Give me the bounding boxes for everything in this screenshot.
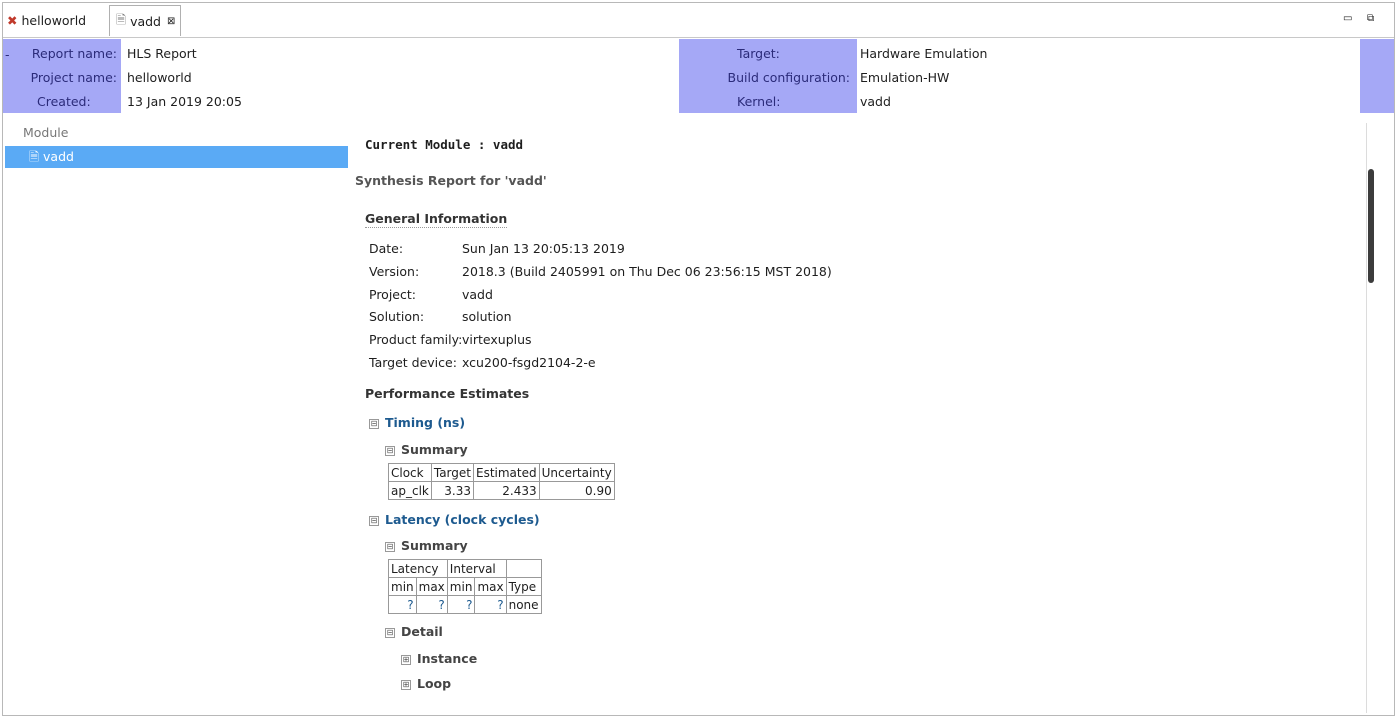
table-row: ? ? ? ? none xyxy=(388,595,542,614)
instance-node[interactable]: ⊞ Instance xyxy=(401,651,477,666)
table-header: max xyxy=(474,577,507,596)
info-value-solution: solution xyxy=(462,309,512,324)
table-header-row: Latency Interval xyxy=(388,559,542,578)
expand-icon[interactable]: ⊞ xyxy=(401,655,411,665)
general-info-heading: General Information xyxy=(365,211,508,228)
info-value-date: Sun Jan 13 20:05:13 2019 xyxy=(462,241,625,256)
editor-tab-bar: ✖ helloworld 🗎 vadd ⊠ ▭ ⧉ xyxy=(3,3,1394,38)
collapse-icon[interactable]: ⊟ xyxy=(385,542,395,552)
kernel-label: Kernel: xyxy=(737,94,781,109)
build-config-value: Emulation-HW xyxy=(860,70,950,85)
document-icon: 🗎 xyxy=(29,149,44,164)
info-key-version: Version: xyxy=(369,264,420,279)
created-value: 13 Jan 2019 20:05 xyxy=(127,94,242,109)
table-cell-link[interactable]: ? xyxy=(415,595,448,614)
collapse-icon[interactable]: - xyxy=(5,43,10,67)
collapse-icon[interactable]: ⊟ xyxy=(385,628,395,638)
loop-node[interactable]: ⊞ Loop xyxy=(401,676,451,691)
info-value-target-device: xcu200-fsgd2104-2-e xyxy=(462,355,596,370)
scrollbar-thumb[interactable] xyxy=(1368,169,1374,283)
collapse-icon[interactable]: ⊟ xyxy=(369,516,379,526)
timing-summary-table: Clock Target Estimated Uncertainty ap_cl… xyxy=(388,463,615,500)
report-name-value: HLS Report xyxy=(127,46,197,61)
header-edge-block xyxy=(1360,39,1394,113)
table-row: ap_clk 3.33 2.433 0.90 xyxy=(388,481,615,500)
close-icon[interactable]: ⊠ xyxy=(167,16,175,27)
project-name-label: Project name: xyxy=(30,70,117,85)
document-icon: 🗎 xyxy=(116,11,127,27)
info-value-product-family: virtexuplus xyxy=(462,332,532,347)
module-item-label: 🗎 vadd xyxy=(29,149,74,164)
tab-vadd[interactable]: 🗎 vadd ⊠ xyxy=(109,5,181,36)
tools-icon: ✖ xyxy=(7,12,18,28)
latency-detail-node[interactable]: ⊟ Detail xyxy=(385,624,443,639)
report-content: Current Module : vadd Synthesis Report f… xyxy=(355,123,1365,713)
module-item-vadd[interactable]: 🗎 vadd xyxy=(5,146,348,168)
minimize-icon[interactable]: ▭ xyxy=(1343,13,1352,24)
table-header: Clock xyxy=(388,463,432,482)
table-cell-link[interactable]: ? xyxy=(388,595,417,614)
table-cell: 2.433 xyxy=(472,481,540,500)
build-config-label: Build configuration: xyxy=(727,70,850,85)
table-header: Uncertainty xyxy=(538,463,615,482)
info-key-product-family: Product family: xyxy=(369,332,463,347)
info-key-date: Date: xyxy=(369,241,404,256)
performance-heading: Performance Estimates xyxy=(365,386,530,401)
table-header-row: Clock Target Estimated Uncertainty xyxy=(388,463,615,482)
target-label: Target: xyxy=(737,46,780,61)
report-header: - Report name: HLS Report Project name: … xyxy=(3,39,1394,113)
report-name-label: Report name: xyxy=(31,46,117,61)
table-header: Target xyxy=(430,463,474,482)
table-header-row: min max min max Type xyxy=(388,577,542,596)
table-header: Estimated xyxy=(472,463,540,482)
table-header: Latency xyxy=(388,559,448,578)
collapse-icon[interactable]: ⊟ xyxy=(369,419,379,429)
kernel-value: vadd xyxy=(860,94,891,109)
scrollbar-track xyxy=(1366,123,1367,713)
info-value-version: 2018.3 (Build 2405991 on Thu Dec 06 23:5… xyxy=(462,264,832,279)
table-cell: ap_clk xyxy=(388,481,432,500)
info-key-solution: Solution: xyxy=(369,309,425,324)
table-header: max xyxy=(415,577,448,596)
table-header: Type xyxy=(505,577,542,596)
tab-helloworld[interactable]: ✖ helloworld xyxy=(7,6,86,34)
table-cell: 0.90 xyxy=(538,481,615,500)
info-key-project: Project: xyxy=(369,287,416,302)
table-header xyxy=(505,559,542,578)
table-cell: 3.33 xyxy=(430,481,474,500)
table-cell: none xyxy=(505,595,542,614)
latency-summary-node[interactable]: ⊟ Summary xyxy=(385,538,468,553)
table-header: Interval xyxy=(446,559,507,578)
info-value-project: vadd xyxy=(462,287,493,302)
module-heading: Module xyxy=(23,125,69,140)
created-label: Created: xyxy=(37,94,91,109)
tab-label: vadd xyxy=(130,13,161,29)
table-cell-link[interactable]: ? xyxy=(446,595,476,614)
maximize-icon[interactable]: ⧉ xyxy=(1367,13,1374,24)
info-key-target-device: Target device: xyxy=(369,355,457,370)
current-module: Current Module : vadd xyxy=(365,137,524,152)
report-title: Synthesis Report for 'vadd' xyxy=(355,173,547,188)
table-header: min xyxy=(446,577,476,596)
timing-node[interactable]: ⊟ Timing (ns) xyxy=(369,415,465,430)
table-cell-link[interactable]: ? xyxy=(474,595,507,614)
latency-summary-table: Latency Interval min max min max Type ? … xyxy=(388,559,542,614)
project-name-value: helloworld xyxy=(127,70,192,85)
expand-icon[interactable]: ⊞ xyxy=(401,680,411,690)
tab-label: helloworld xyxy=(21,12,87,28)
report-editor: ✖ helloworld 🗎 vadd ⊠ ▭ ⧉ - Report name:… xyxy=(2,2,1395,716)
timing-summary-node[interactable]: ⊟ Summary xyxy=(385,442,468,457)
target-value: Hardware Emulation xyxy=(860,46,988,61)
latency-node[interactable]: ⊟ Latency (clock cycles) xyxy=(369,512,540,527)
table-header: min xyxy=(388,577,417,596)
collapse-icon[interactable]: ⊟ xyxy=(385,446,395,456)
